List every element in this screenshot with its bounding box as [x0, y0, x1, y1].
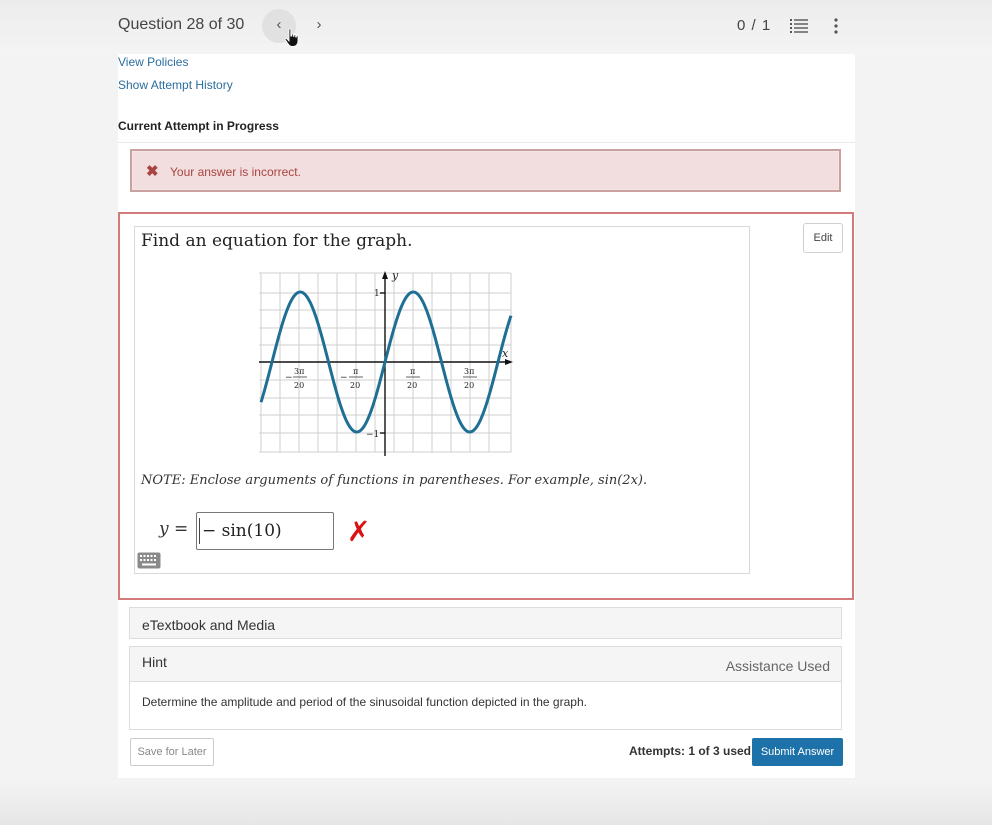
- more-options-icon[interactable]: [827, 17, 845, 35]
- question-counter: Question 28 of 30: [118, 16, 245, 33]
- score-display: 0 / 1: [737, 17, 772, 34]
- x-tick-sign: −: [285, 373, 293, 383]
- answer-input[interactable]: − sin(10): [196, 512, 334, 550]
- x-tick-denominator: 20: [464, 381, 474, 390]
- incorrect-feedback-banner: ✖ Your answer is incorrect.: [130, 149, 841, 192]
- submit-answer-button[interactable]: Submit Answer: [752, 738, 843, 766]
- note-text: NOTE: Enclose arguments of functions in …: [141, 473, 648, 488]
- x-axis-label: x: [502, 347, 509, 360]
- error-x-icon: ✖: [146, 163, 159, 180]
- edit-button[interactable]: Edit: [803, 223, 843, 253]
- bottom-bar-background: [0, 780, 992, 825]
- question-body: Find an equation for the graph. y x 1 −1…: [134, 226, 750, 574]
- attempt-status-label: Current Attempt in Progress: [118, 119, 279, 133]
- question-list-icon[interactable]: [790, 18, 808, 34]
- chevron-left-icon: ‹: [276, 16, 282, 33]
- x-tick-denominator: 20: [350, 381, 360, 390]
- hint-text: Determine the amplitude and period of th…: [142, 695, 587, 709]
- keyboard-icon[interactable]: [137, 552, 161, 569]
- assistance-used-label: Assistance Used: [725, 658, 830, 674]
- x-tick-numerator: 3π: [294, 367, 304, 376]
- x-tick-sign: −: [340, 373, 348, 383]
- y-axis-label: y: [391, 271, 399, 282]
- hand-cursor-icon: [284, 28, 299, 47]
- feedback-message: Your answer is incorrect.: [170, 165, 301, 179]
- y-tick-bottom: −1: [366, 430, 379, 440]
- view-policies-link[interactable]: View Policies: [118, 55, 188, 69]
- hint-body: Determine the amplitude and period of th…: [129, 682, 842, 730]
- next-question-button[interactable]: ›: [306, 9, 332, 43]
- answer-prefix: y =: [159, 519, 189, 539]
- attempts-counter: Attempts: 1 of 3 used: [629, 744, 752, 758]
- y-tick-top: 1: [374, 289, 380, 299]
- show-attempt-history-link[interactable]: Show Attempt History: [118, 78, 233, 92]
- x-tick-numerator: π: [353, 367, 358, 376]
- wrong-answer-icon: ✗: [347, 515, 371, 548]
- divider: [118, 142, 855, 143]
- x-tick-numerator: π: [410, 367, 415, 376]
- hint-label: Hint: [142, 654, 167, 670]
- save-for-later-button[interactable]: Save for Later: [130, 738, 214, 766]
- etextbook-panel[interactable]: eTextbook and Media: [129, 607, 842, 639]
- etextbook-label: eTextbook and Media: [142, 617, 276, 633]
- chevron-right-icon: ›: [316, 16, 322, 33]
- x-tick-numerator: 3π: [464, 367, 474, 376]
- x-tick-denominator: 20: [294, 381, 304, 390]
- hint-panel[interactable]: Hint Assistance Used: [129, 646, 842, 682]
- question-prompt: Find an equation for the graph.: [141, 231, 413, 251]
- question-container: Find an equation for the graph. y x 1 −1…: [118, 212, 854, 600]
- x-tick-denominator: 20: [407, 381, 417, 390]
- sine-graph: y x 1 −1 − 3π 20 − π 20 π 20 3π 20: [259, 271, 513, 456]
